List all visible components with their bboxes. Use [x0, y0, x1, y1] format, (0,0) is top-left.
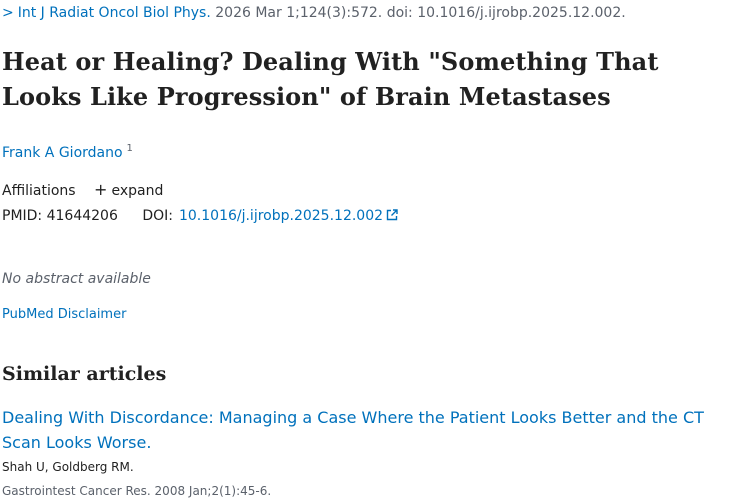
- affiliations-label: Affiliations: [2, 183, 76, 199]
- doi-value: 10.1016/j.ijrobp.2025.12.002: [178, 208, 384, 224]
- journal-link[interactable]: Int J Radiat Oncol Biol Phys.: [18, 5, 211, 21]
- external-link-icon: [386, 209, 398, 221]
- similar-article-authors: Shah U, Goldberg RM.: [2, 460, 134, 474]
- similar-article-title-link[interactable]: Dealing With Discordance: Managing a Cas…: [2, 405, 747, 455]
- doi-label: DOI:: [142, 208, 173, 224]
- chevron-right-icon: >: [2, 5, 14, 21]
- author-list: Frank A Giordano 1: [2, 143, 133, 161]
- affiliation-ref[interactable]: 1: [127, 143, 133, 154]
- similar-articles-heading: Similar articles: [2, 363, 167, 385]
- article-identifiers: PMID: 41644206 DOI: 10.1016/j.ijrobp.2025…: [2, 208, 398, 224]
- similar-article-journal: Gastrointest Cancer Res. 2008 Jan;2(1):4…: [2, 484, 272, 498]
- article-title: Heat or Healing? Dealing With "Something…: [2, 47, 659, 111]
- expand-label: expand: [111, 183, 164, 199]
- doi-link[interactable]: 10.1016/j.ijrobp.2025.12.002: [179, 208, 398, 224]
- journal-citation: > Int J Radiat Oncol Biol Phys. 2026 Mar …: [2, 5, 626, 21]
- author-link[interactable]: Frank A Giordano: [2, 145, 123, 161]
- no-abstract-text: No abstract available: [2, 271, 151, 287]
- pubmed-disclaimer-link[interactable]: PubMed Disclaimer: [2, 307, 126, 322]
- citation-details: 2026 Mar 1;124(3):572. doi: 10.1016/j.ij…: [215, 5, 626, 21]
- affiliations-toggle[interactable]: Affiliations + expand: [2, 180, 163, 199]
- pmid-label: PMID:: [2, 208, 43, 224]
- pmid-value: 41644206: [46, 208, 118, 224]
- plus-icon: +: [94, 180, 108, 199]
